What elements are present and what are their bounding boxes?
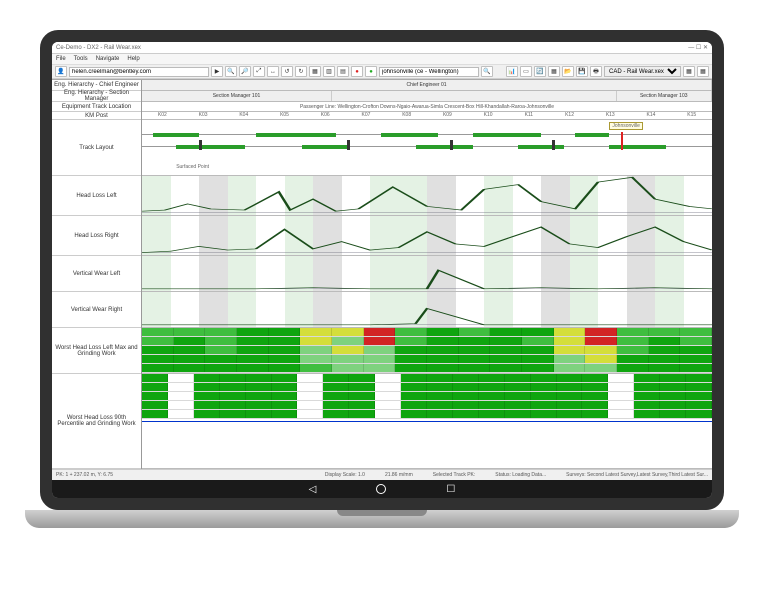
chart-icon[interactable]: 📊 — [506, 66, 518, 77]
user-email-field[interactable] — [69, 67, 209, 77]
chart-head-loss-left[interactable] — [142, 176, 712, 216]
route-band: Passenger Line: Wellington-Crofton Downs… — [142, 102, 712, 112]
row-label: Track Layout — [52, 120, 141, 176]
search-icon[interactable]: 🔍 — [481, 66, 493, 77]
toolbar-btn[interactable]: ▦ — [683, 66, 695, 77]
back-icon[interactable]: ◁ — [309, 484, 317, 495]
section-label: Section Manager 101 — [142, 91, 332, 101]
status-scale: Display Scale: 1.0 — [325, 472, 365, 478]
layout-select[interactable]: CAD - Rail Wear.xex — [604, 66, 681, 77]
menu-navigate[interactable]: Navigate — [96, 56, 120, 62]
sidebar: Eng. Hierarchy - Chief Engineer Eng. Hie… — [52, 80, 142, 469]
section-label: Section Manager 103 — [617, 91, 713, 101]
toolbar-btn[interactable]: ▭ — [520, 66, 532, 77]
section-manager-band: Section Manager 101 Section Manager 103 — [142, 91, 712, 102]
location-field[interactable] — [379, 67, 479, 77]
status-surveys: Surveys: Second Latest Survey,Latest Sur… — [566, 472, 708, 478]
save-icon[interactable]: 💾 — [576, 66, 588, 77]
menu-help[interactable]: Help — [127, 56, 139, 62]
app-window: Ce-Demo - DX2 - Rail Wear.xex — ☐ ✕ File… — [52, 42, 712, 480]
hierarchy-row: Equipment Track Location — [52, 102, 141, 112]
toolbar-btn[interactable]: ▦ — [697, 66, 709, 77]
device-nav-bar: ◁ ☐ — [52, 480, 712, 498]
status-selected: Selected Track PK: — [433, 472, 476, 478]
toolbar-btn[interactable]: 🔎 — [239, 66, 251, 77]
chief-engineer-band: Chief Engineer 01 — [142, 80, 712, 91]
toolbar-btn[interactable]: ↻ — [295, 66, 307, 77]
recents-icon[interactable]: ☐ — [446, 484, 455, 495]
row-label: Head Loss Right — [52, 216, 141, 256]
heatmap-90th-percentile[interactable] — [142, 374, 712, 469]
toolbar-btn[interactable]: 🔍 — [225, 66, 237, 77]
window-title: Ce-Demo - DX2 - Rail Wear.xex — [56, 45, 141, 51]
toolbar-btn[interactable]: ● — [365, 66, 377, 77]
home-icon[interactable] — [376, 484, 386, 494]
row-label: Vertical Wear Left — [52, 256, 141, 292]
station-label: Johnsonville — [609, 122, 643, 130]
toolbar-btn[interactable]: 🖶 — [590, 66, 602, 77]
toolbar-btn[interactable]: ▥ — [323, 66, 335, 77]
toolbar-btn[interactable]: ▤ — [337, 66, 349, 77]
heatmap-worst-head-loss[interactable] — [142, 328, 712, 374]
track-layout-chart[interactable]: Surfaced Point Johnsonville — [142, 120, 712, 176]
toolbar-btn[interactable]: ⤢ — [253, 66, 265, 77]
km-ticks: K02K03K04K05K06K07K08K09K10K11K12K13K14K… — [142, 112, 712, 120]
row-label: Vertical Wear Right — [52, 292, 141, 328]
chart-vertical-wear-left[interactable] — [142, 256, 712, 292]
row-label: Head Loss Left — [52, 176, 141, 216]
hierarchy-row: KM Post — [52, 112, 141, 120]
status-bar: PK: 1 + 237.02 m, Y: 6.75 Display Scale:… — [52, 469, 712, 480]
window-controls[interactable]: — ☐ ✕ — [688, 44, 708, 51]
toolbar-btn[interactable]: ▦ — [309, 66, 321, 77]
laptop-base — [25, 510, 739, 528]
status-pos: PK: 1 + 237.02 m, Y: 6.75 — [56, 472, 113, 478]
window-titlebar: Ce-Demo - DX2 - Rail Wear.xex — ☐ ✕ — [52, 42, 712, 54]
menu-file[interactable]: File — [56, 56, 66, 62]
toolbar-btn[interactable]: ↔ — [267, 66, 279, 77]
status-loading: Status: Loading Data... — [495, 472, 546, 478]
toolbar-btn[interactable]: ● — [351, 66, 363, 77]
row-label: Worst Head Loss 90th Percentile and Grin… — [52, 374, 141, 469]
track-bottom-label: Surfaced Point — [176, 164, 209, 170]
toolbar-btn[interactable]: 👤 — [55, 66, 67, 77]
row-label: Worst Head Loss Left Max and Grinding Wo… — [52, 328, 141, 374]
hierarchy-row: Eng. Hierarchy - Section Manager — [52, 91, 141, 102]
toolbar-btn[interactable]: ↺ — [281, 66, 293, 77]
refresh-icon[interactable]: 🔄 — [534, 66, 546, 77]
chief-label: Chief Engineer 01 — [142, 80, 712, 90]
chart-head-loss-right[interactable] — [142, 216, 712, 256]
menu-tools[interactable]: Tools — [74, 56, 88, 62]
chart-vertical-wear-right[interactable] — [142, 292, 712, 328]
main-area: Eng. Hierarchy - Chief Engineer Eng. Hie… — [52, 79, 712, 469]
toolbar-row-1: 👤 ▶ 🔍 🔎 ⤢ ↔ ↺ ↻ ▦ ▥ ▤ ● ● 🔍 📊 ▭ 🔄 ▦ 📂 💾 … — [52, 65, 712, 79]
chart-area[interactable]: Chief Engineer 01 Section Manager 101 Se… — [142, 80, 712, 469]
menu-bar[interactable]: File Tools Navigate Help — [52, 54, 712, 65]
toolbar-btn[interactable]: ▶ — [211, 66, 223, 77]
toolbar-btn[interactable]: ▦ — [548, 66, 560, 77]
status-hscale: 21.86 m/mm — [385, 472, 413, 478]
section-label — [332, 91, 617, 101]
toolbar-btn[interactable]: 📂 — [562, 66, 574, 77]
